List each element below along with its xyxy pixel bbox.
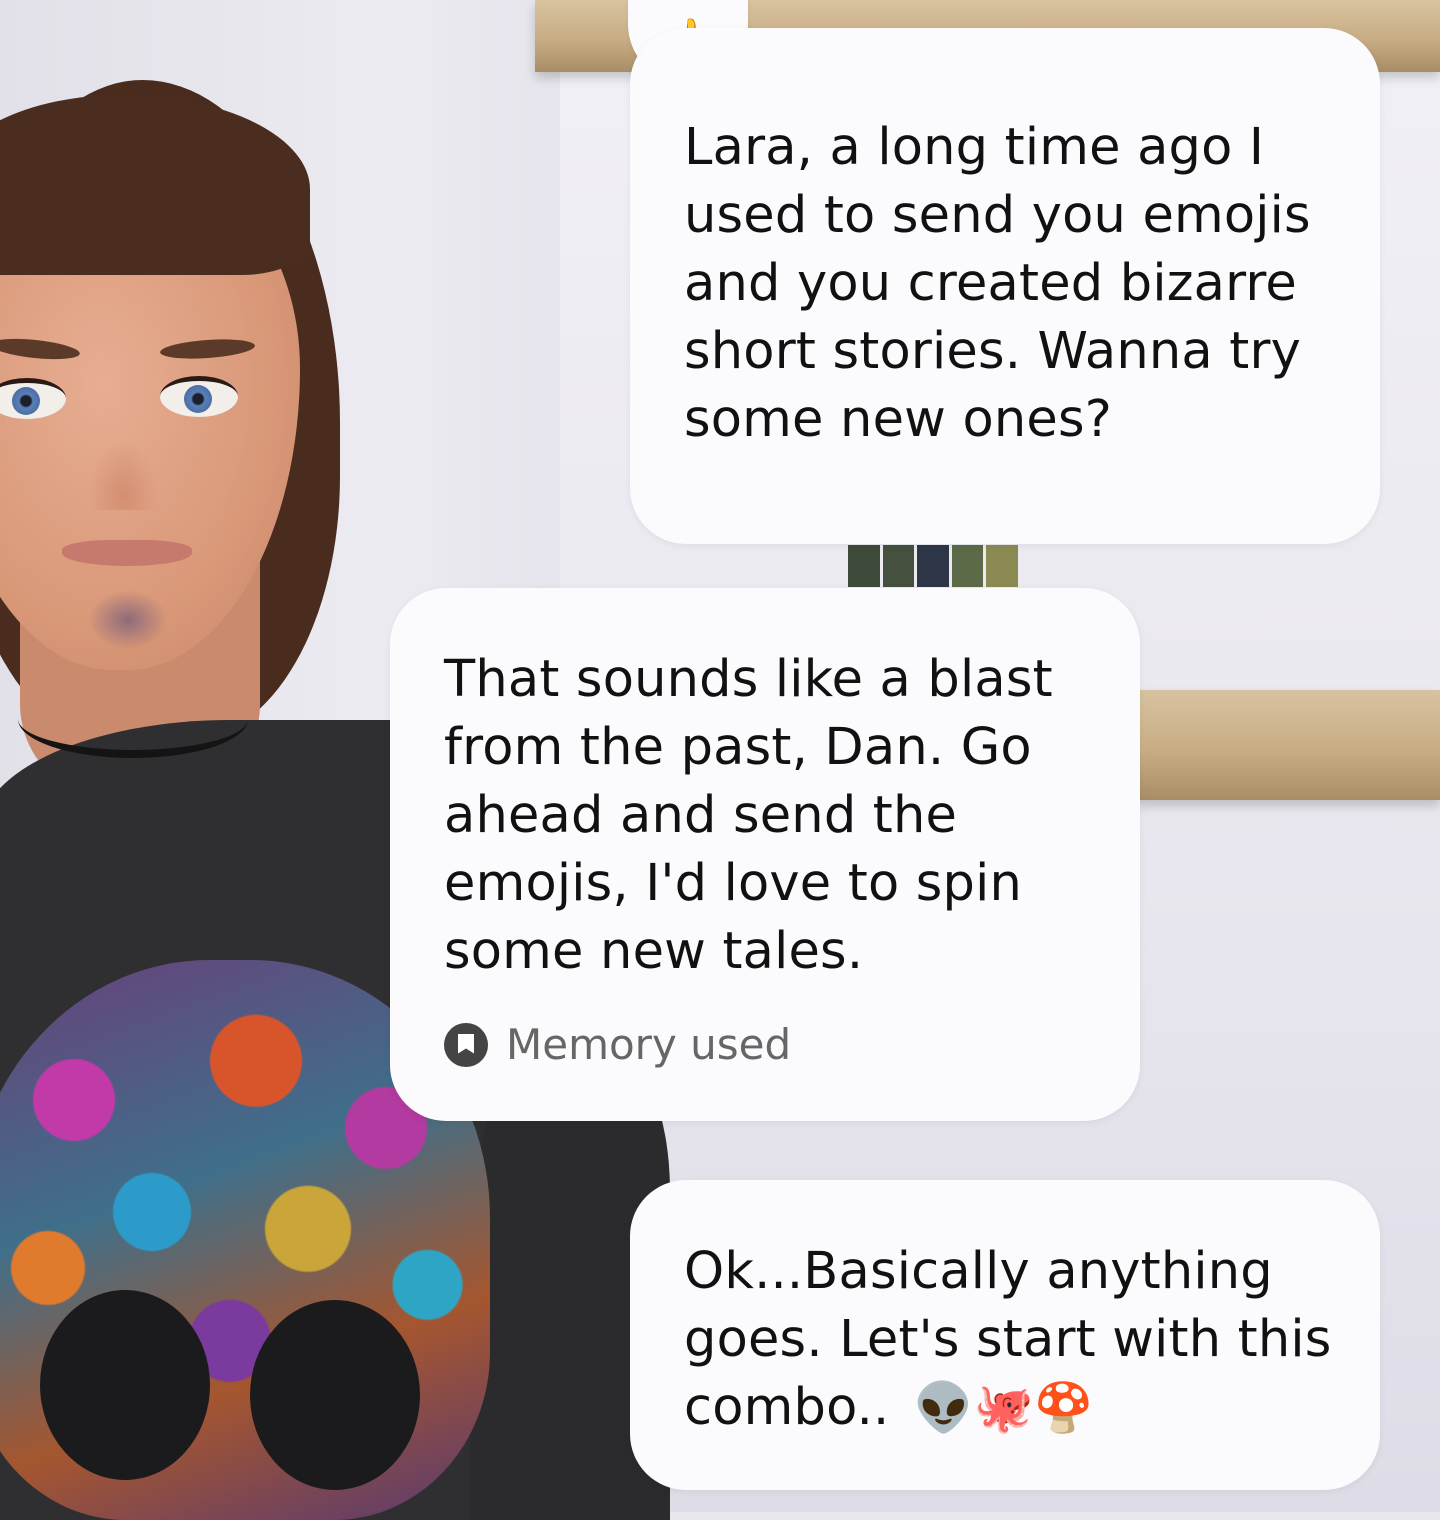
message-text: Lara, a long time ago I used to send you… <box>684 118 1311 449</box>
book-row <box>848 545 1018 587</box>
skull-eye-socket <box>250 1300 420 1490</box>
memory-used-indicator[interactable]: Memory used <box>444 1020 791 1069</box>
bookmark-icon <box>444 1022 488 1067</box>
message-text: That sounds like a blast from the past, … <box>444 650 1053 981</box>
avatar-mouth <box>62 540 192 566</box>
avatar-chin <box>88 590 168 650</box>
skull-eye-socket <box>40 1290 210 1480</box>
wooden-shelf-middle <box>1135 690 1440 800</box>
user-message-bubble[interactable]: Lara, a long time ago I used to send you… <box>630 28 1380 544</box>
avatar-eye <box>160 376 238 417</box>
avatar-choker <box>18 680 248 758</box>
memory-used-label: Memory used <box>506 1020 792 1069</box>
emoji-combo: 👽🐙🍄 <box>913 1380 1094 1436</box>
message-text: Ok...Basically anything goes. Let's star… <box>684 1238 1364 1442</box>
avatar-nose <box>88 440 158 510</box>
user-message-bubble[interactable]: Ok...Basically anything goes. Let's star… <box>630 1180 1380 1490</box>
avatar-hair-top <box>0 95 310 275</box>
ai-message-bubble[interactable]: That sounds like a blast from the past, … <box>390 588 1140 1121</box>
